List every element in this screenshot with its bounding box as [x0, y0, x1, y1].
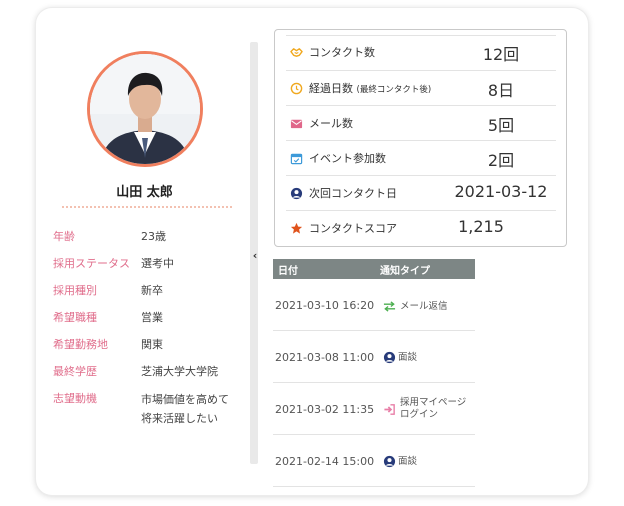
avatar [87, 51, 203, 167]
stat-label-note: (最終コンタクト後) [356, 85, 432, 95]
stat-value: 5回 [487, 116, 515, 135]
stat-label: コンタクト数 [309, 46, 375, 59]
user-circle-icon [290, 187, 303, 200]
row-type: 面談 [398, 352, 418, 363]
row-date: 2021-03-10 16:20 [275, 299, 375, 312]
name-divider [62, 206, 232, 208]
column-header-type: 通知タイプ [380, 266, 430, 277]
field-value: 23歳 [141, 230, 166, 243]
row-date: 2021-02-14 15:00 [275, 455, 375, 468]
table-row[interactable]: 2021-03-10 16:20 メール返信 [273, 279, 475, 331]
row-type: 面談 [398, 456, 418, 467]
field-label: 希望職種 [53, 311, 97, 324]
table-row[interactable]: 2021-03-02 11:35 採用マイページ ログイン [273, 383, 475, 435]
person-photo [90, 54, 200, 164]
field-value: 新卒 [141, 284, 163, 297]
field-value: 芝浦大学大学院 [141, 365, 218, 378]
field-value: 選考中 [141, 257, 174, 270]
row-type: 採用マイページ ログイン [400, 397, 466, 421]
stat-row-mail-count: メール数 5回 [286, 105, 556, 140]
row-date: 2021-03-02 11:35 [275, 403, 375, 416]
field-label: 年齢 [53, 230, 75, 243]
stat-row-contact-count: コンタクト数 12回 [286, 35, 556, 70]
stat-value: 2021-03-12 [454, 182, 548, 201]
field-label: 志望動機 [53, 392, 97, 405]
stat-label: メール数 [309, 117, 353, 130]
table-row[interactable]: 2021-02-14 15:00 面談 [273, 435, 475, 487]
stat-label: 次回コンタクト日 [309, 187, 397, 200]
stat-row-next-contact: 次回コンタクト日 2021-03-12 [286, 175, 556, 210]
stat-label: イベント参加数 [309, 152, 386, 165]
row-type-line-2: ログイン [400, 409, 439, 420]
user-circle-icon [383, 455, 396, 468]
motivation-line-2: 将来活躍したい [141, 412, 218, 425]
calendar-icon [290, 153, 303, 165]
candidate-name: 山田 太郎 [116, 185, 173, 200]
row-date: 2021-03-08 11:00 [275, 351, 375, 364]
exchange-arrows-icon [383, 301, 396, 312]
star-icon [290, 222, 303, 234]
table-row[interactable]: 2021-03-08 11:00 面談 [273, 331, 475, 383]
stat-label-main: 経過日数 [309, 82, 353, 95]
field-label: 採用ステータス [53, 257, 130, 270]
row-type: メール返信 [400, 301, 448, 312]
sign-in-icon [384, 404, 395, 415]
collapse-toggle-button[interactable]: ‹ [249, 248, 261, 264]
row-type-line-1: 採用マイページ [400, 397, 467, 408]
table-header: 日付 通知タイプ [273, 259, 475, 279]
column-header-date: 日付 [278, 266, 298, 277]
user-circle-icon [383, 351, 396, 364]
clock-icon [290, 82, 303, 95]
motivation-line-1: 市場価値を高めて [141, 393, 229, 406]
field-label: 最終学歴 [53, 365, 97, 378]
stat-row-event-count: イベント参加数 2回 [286, 140, 556, 175]
field-label: 採用種別 [53, 284, 97, 297]
mail-icon [290, 119, 303, 129]
stat-value: 2回 [487, 151, 515, 170]
stat-value: 1,215 [458, 217, 504, 236]
stat-label: 経過日数 (最終コンタクト後) [309, 80, 431, 96]
field-label: 希望勤務地 [53, 338, 108, 351]
stat-value: 12回 [482, 45, 520, 64]
field-value: 営業 [141, 311, 163, 324]
stat-label: コンタクトスコア [309, 222, 397, 235]
handshake-icon [290, 48, 303, 57]
contact-stats-panel: コンタクト数 12回 経過日数 (最終コンタクト後) 8日 メール数 5回 イベ… [274, 29, 567, 247]
stat-row-contact-score: コンタクトスコア 1,215 [286, 210, 556, 245]
stat-value: 8日 [487, 81, 515, 100]
field-value: 市場価値を高めて 将来活躍したい [141, 390, 251, 428]
stat-row-days-elapsed: 経過日数 (最終コンタクト後) 8日 [286, 70, 556, 105]
field-value: 関東 [141, 338, 163, 351]
